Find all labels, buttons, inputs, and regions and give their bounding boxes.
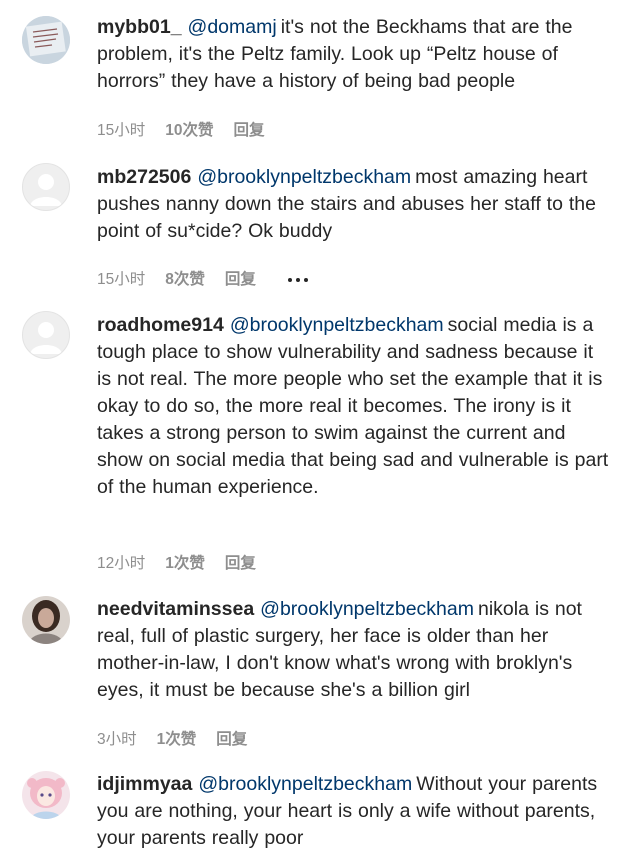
timestamp[interactable]: 3小时 <box>97 730 137 750</box>
avatar[interactable] <box>22 771 70 819</box>
username[interactable]: needvitaminssea <box>97 598 254 620</box>
comment-body: social media is a tough place to show vu… <box>97 314 609 498</box>
avatar[interactable] <box>22 16 70 64</box>
timestamp[interactable]: 15小时 <box>97 270 145 290</box>
comment-text: mb272506 @brooklynpeltzbeckham most amazin… <box>97 164 612 245</box>
reply-button[interactable]: 回复 <box>216 730 247 750</box>
avatar[interactable] <box>22 311 70 359</box>
avatar[interactable] <box>22 163 70 211</box>
username[interactable]: mb272506 <box>97 166 191 188</box>
like-count[interactable]: 1次赞 <box>157 730 197 750</box>
comment-meta: 3小时 1次赞 回复 <box>97 730 247 750</box>
username[interactable]: mybb01_ <box>97 16 182 38</box>
timestamp[interactable]: 15小时 <box>97 121 145 141</box>
default-avatar-icon <box>30 174 62 206</box>
comment-text: needvitaminssea @brooklynpeltzbeckham niko… <box>97 596 612 704</box>
username[interactable]: idjimmyaa <box>97 773 192 795</box>
comment-meta: 15小时 10次赞 回复 <box>97 121 265 141</box>
username[interactable]: roadhome914 <box>97 314 224 336</box>
avatar[interactable] <box>22 596 70 644</box>
like-count[interactable]: 10次赞 <box>165 121 213 141</box>
mention-link[interactable]: @brooklynpeltzbeckham <box>197 166 411 188</box>
like-count[interactable]: 1次赞 <box>165 554 205 574</box>
reply-button[interactable]: 回复 <box>234 121 265 141</box>
mention-link[interactable]: @brooklynpeltzbeckham <box>230 314 444 336</box>
more-options-icon[interactable] <box>287 278 308 282</box>
comment-text: mybb01_ @domamj it's not the Beckhams that… <box>97 14 612 95</box>
comment-meta: 12小时 1次赞 回复 <box>97 554 256 574</box>
comment-meta: 15小时 8次赞 回复 <box>97 270 308 290</box>
default-avatar-icon <box>30 322 62 354</box>
mention-link[interactable]: @brooklynpeltzbeckham <box>198 773 412 795</box>
like-count[interactable]: 8次赞 <box>165 270 205 290</box>
comment-text: idjimmyaa @brooklynpeltzbeckham Without yo… <box>97 771 612 852</box>
mention-link[interactable]: @domamj <box>188 16 277 38</box>
timestamp[interactable]: 12小时 <box>97 554 145 574</box>
mention-link[interactable]: @brooklynpeltzbeckham <box>260 598 474 620</box>
comment-text: roadhome914 @brooklynpeltzbeckham social m… <box>97 312 612 501</box>
reply-button[interactable]: 回复 <box>225 554 256 574</box>
reply-button[interactable]: 回复 <box>225 270 256 290</box>
